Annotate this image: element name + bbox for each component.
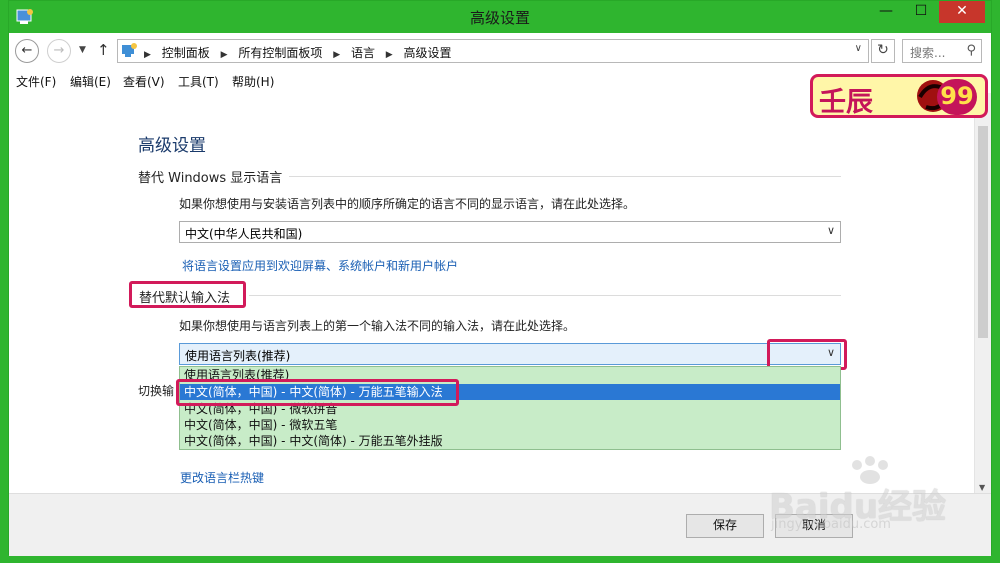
forward-arrow-icon[interactable]: → bbox=[47, 39, 71, 63]
divider bbox=[289, 176, 841, 177]
up-arrow-icon[interactable]: ↑ bbox=[97, 41, 110, 59]
display-language-title: 替代 Windows 显示语言 bbox=[138, 171, 283, 186]
dropdown-option[interactable]: 中文(简体，中国) - 微软五笔 bbox=[180, 417, 840, 433]
badge-text: 壬辰 bbox=[819, 87, 873, 118]
chevron-down-icon[interactable]: ∨ bbox=[855, 43, 862, 54]
dropdown-option[interactable]: 中文(简体，中国) - 中文(简体) - 万能五笔外挂版 bbox=[180, 433, 840, 449]
watermark-url: jingyan.baidu.com bbox=[771, 517, 891, 532]
minimize-button[interactable]: — bbox=[869, 1, 903, 23]
search-icon[interactable]: ⚲ bbox=[966, 43, 976, 58]
breadcrumb: ▶ 控制面板 ▶ 所有控制面板项 ▶ 语言 ▶ 高级设置 bbox=[144, 44, 452, 61]
menu-help[interactable]: 帮助(H) bbox=[232, 73, 274, 90]
vertical-scrollbar[interactable]: ▲ ▼ bbox=[974, 93, 991, 493]
window-title: 高级设置 bbox=[469, 9, 530, 27]
address-bar[interactable]: ▶ 控制面板 ▶ 所有控制面板项 ▶ 语言 ▶ 高级设置 ∨ bbox=[117, 39, 869, 63]
input-method-description: 如果你想使用与语言列表上的第一个输入法不同的输入法，请在此处选择。 bbox=[179, 319, 576, 333]
apply-settings-link[interactable]: 将语言设置应用到欢迎屏幕、系统帐户和新用户帐户 bbox=[182, 257, 458, 274]
save-button[interactable]: 保存 bbox=[686, 514, 764, 538]
navigation-bar: ← → ▼ ↑ ▶ 控制面板 ▶ 所有控制面板项 ▶ 语言 ▶ 高级设置 ∨ ↻ bbox=[9, 33, 991, 69]
close-button[interactable]: ✕ bbox=[939, 1, 985, 23]
refresh-icon[interactable]: ↻ bbox=[871, 39, 895, 63]
control-panel-icon bbox=[122, 43, 137, 57]
input-method-select[interactable]: 使用语言列表(推荐) ∨ bbox=[179, 343, 841, 365]
display-language-description: 如果你想使用与安装语言列表中的顺序所确定的语言不同的显示语言，请在此处选择。 bbox=[179, 197, 636, 211]
menu-file[interactable]: 文件(F) bbox=[16, 73, 56, 90]
switch-input-label: 切换输 bbox=[138, 384, 175, 398]
breadcrumb-control-panel[interactable]: 控制面板 bbox=[162, 46, 210, 60]
logo-badge: 壬辰 99 bbox=[810, 74, 988, 118]
baidu-watermark: Baidu经验 jingyan.baidu.com bbox=[755, 455, 955, 545]
display-language-value: 中文(中华人民共和国) bbox=[185, 227, 303, 241]
scroll-thumb[interactable] bbox=[978, 126, 988, 338]
chevron-right-icon[interactable]: ▶ bbox=[386, 50, 393, 60]
chevron-down-icon[interactable]: ∨ bbox=[827, 224, 835, 237]
page-title: 高级设置 bbox=[138, 136, 206, 156]
chevron-right-icon: ▶ bbox=[144, 50, 151, 60]
badge-number: 99 bbox=[937, 79, 977, 115]
search-input[interactable]: 搜索... ⚲ bbox=[902, 39, 982, 63]
maximize-button[interactable]: ☐ bbox=[904, 1, 938, 23]
search-placeholder: 搜索... bbox=[910, 46, 946, 60]
chevron-right-icon[interactable]: ▶ bbox=[333, 50, 340, 60]
change-hotkeys-link[interactable]: 更改语言栏热键 bbox=[180, 469, 264, 486]
back-arrow-icon[interactable]: ← bbox=[15, 39, 39, 63]
menu-view[interactable]: 查看(V) bbox=[123, 73, 165, 90]
menu-edit[interactable]: 编辑(E) bbox=[70, 73, 111, 90]
breadcrumb-advanced[interactable]: 高级设置 bbox=[404, 46, 452, 60]
display-language-select[interactable]: 中文(中华人民共和国) ∨ bbox=[179, 221, 841, 243]
title-bar: 高级设置 — ☐ ✕ bbox=[9, 1, 991, 33]
menu-tools[interactable]: 工具(T) bbox=[178, 73, 219, 90]
chevron-down-icon[interactable]: ▼ bbox=[79, 45, 86, 55]
divider bbox=[249, 295, 841, 296]
input-method-title: 替代默认输入法 bbox=[139, 291, 231, 306]
breadcrumb-all-items[interactable]: 所有控制面板项 bbox=[238, 46, 322, 60]
input-method-value: 使用语言列表(推荐) bbox=[185, 349, 291, 363]
chevron-right-icon[interactable]: ▶ bbox=[221, 50, 228, 60]
content-area: 高级设置 替代 Windows 显示语言 如果你想使用与安装语言列表中的顺序所确… bbox=[9, 93, 991, 493]
breadcrumb-language[interactable]: 语言 bbox=[351, 46, 375, 60]
highlight-box bbox=[176, 379, 459, 406]
scroll-down-icon[interactable]: ▼ bbox=[979, 483, 985, 492]
